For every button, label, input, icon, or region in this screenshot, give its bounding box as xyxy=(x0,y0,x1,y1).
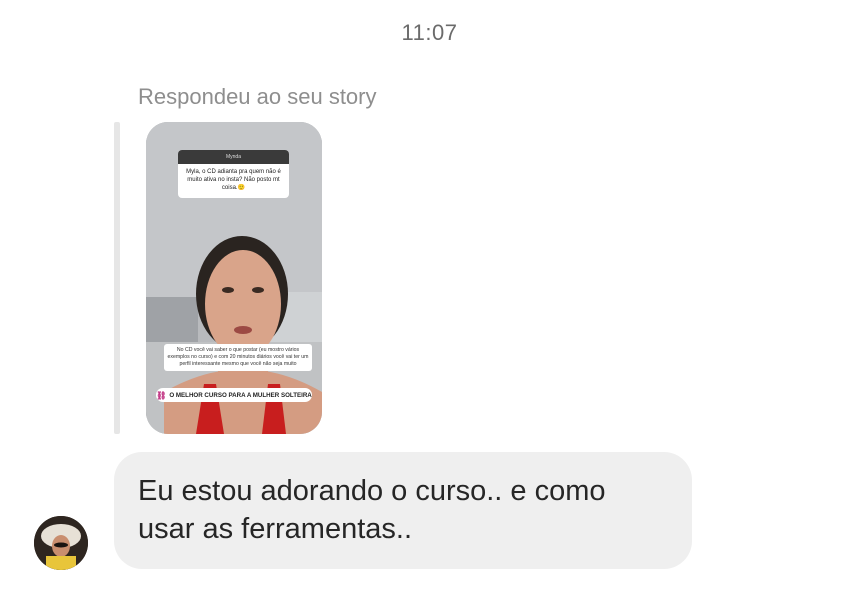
link-sticker-text: O MELHOR CURSO PARA A MULHER SOLTEIRA xyxy=(169,391,312,399)
avatar-image xyxy=(34,516,88,570)
question-box-header: Mynda xyxy=(178,150,289,164)
message-line-2: usar as ferramentas.. xyxy=(138,513,412,545)
reply-indicator-bar xyxy=(114,122,120,434)
story-caption: No CD você vai saber o que postar (eu mo… xyxy=(164,344,312,371)
avatar[interactable] xyxy=(34,516,88,570)
message-bubble[interactable]: Eu estou adorando o curso.. e como usar … xyxy=(114,452,692,569)
link-icon: ⛓ xyxy=(156,390,167,400)
question-box-text: Myla, o CD adianta pra quem não é muito … xyxy=(186,169,281,191)
message-line-1: Eu estou adorando o curso.. e como xyxy=(138,475,606,507)
story-question-box: Mynda Myla, o CD adianta pra quem não é … xyxy=(178,150,289,198)
story-preview[interactable]: Mynda Myla, o CD adianta pra quem não é … xyxy=(146,122,322,434)
reply-context-label: Respondeu ao seu story xyxy=(138,84,377,109)
timestamp: 11:07 xyxy=(401,20,458,45)
link-sticker[interactable]: ⛓ O MELHOR CURSO PARA A MULHER SOLTEIRA xyxy=(156,388,312,402)
